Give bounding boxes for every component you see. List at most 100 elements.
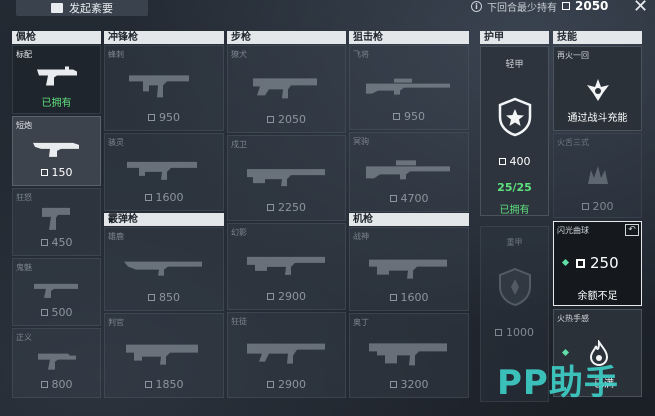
owned-label: 已拥有	[499, 205, 530, 216]
skill-name: 再火一回	[557, 51, 589, 60]
armor-price: 1000	[481, 326, 548, 339]
skill-name: 火热手感	[557, 314, 589, 323]
sniper-header: 狙击枪	[349, 31, 469, 44]
owned-label: 已拥有	[41, 98, 72, 109]
weapon-card-smg-spectre[interactable]: 骇灵 1600	[104, 133, 224, 211]
weapon-name: 雄鹿	[108, 232, 124, 241]
weapon-name: 骇灵	[108, 138, 124, 147]
weapon-name: 判官	[108, 318, 124, 327]
weapon-price: 150	[13, 166, 100, 179]
weapon-name: 飞将	[353, 50, 369, 59]
weapon-price: 2250	[228, 201, 345, 214]
skill-card-run-it-back[interactable]: 再火一回 通过战斗充能	[553, 46, 642, 131]
machine-gun-icon	[367, 337, 451, 367]
pistol-icon	[40, 206, 74, 232]
weapon-name: 戍卫	[231, 140, 247, 149]
weapon-card-shotgun-bucky[interactable]: 雄鹿 850	[104, 227, 224, 311]
skill-desc: 通过战斗充能	[567, 113, 628, 124]
weapon-card-rifle-bulldog[interactable]: 獠犬 2050	[227, 45, 346, 133]
smg-icon	[127, 69, 201, 99]
weapon-price: 1600	[105, 191, 223, 204]
skill-card-curveball[interactable]: 闪光曲球 ↶ 250 余额不足	[553, 221, 642, 306]
weapon-card-pistol-shorty[interactable]: 短炮 150	[12, 116, 101, 186]
pistol-header: 佩枪	[12, 31, 101, 44]
watermark-logo: PP助手	[497, 363, 619, 403]
heavy-shield-icon	[498, 267, 532, 311]
weapon-card-pistol-ghost[interactable]: 鬼魅 500	[12, 258, 101, 326]
armor-name: 轻甲	[505, 60, 524, 70]
rifle-header: 步枪	[227, 31, 346, 44]
pistol-icon	[35, 65, 79, 87]
armor-column: 护甲	[480, 31, 549, 44]
armor-card-light[interactable]: 轻甲 400 25/25 已拥有	[480, 46, 549, 216]
weapon-card-rifle-guardian[interactable]: 戍卫 2250	[227, 135, 346, 221]
skill-card-curveball-alt[interactable]: 火舌三式 200	[553, 133, 642, 218]
phoenix-icon	[585, 77, 611, 107]
charge-indicator	[561, 258, 570, 267]
armor-header: 护甲	[480, 31, 549, 44]
weapon-card-rifle-phantom[interactable]: 幻影 2900	[227, 223, 346, 310]
weapon-price: 450	[13, 236, 100, 249]
armor-durability: 25/25	[497, 181, 532, 194]
weapon-name: 奥丁	[353, 318, 369, 327]
weapon-price: 950	[350, 110, 468, 123]
weapon-price: 2900	[228, 290, 345, 303]
smg-icon	[125, 156, 203, 182]
weapon-card-mg-ares[interactable]: 战神 1600	[349, 227, 469, 311]
min-hold-amount: 2050	[575, 0, 609, 13]
close-icon[interactable]: ✕	[633, 0, 648, 17]
shotgun-icon	[124, 338, 204, 366]
weapon-card-sniper-operator[interactable]: 冥驹 4700	[349, 132, 469, 212]
top-left-button[interactable]: 发起紊要	[16, 0, 148, 16]
weapon-name: 獠犬	[231, 50, 247, 59]
skill-name: 闪光曲球	[557, 226, 589, 235]
shotgun-header: 霰弹枪	[104, 213, 224, 226]
weapon-name: 狂徒	[231, 317, 247, 326]
pistol-column: 佩枪	[12, 31, 101, 44]
weapon-price: 850	[105, 291, 223, 304]
weapon-name: 鬼魅	[16, 263, 32, 272]
weapon-card-smg-stinger[interactable]: 蜂刺 950	[104, 45, 224, 131]
weapon-card-pistol-sheriff[interactable]: 正义 800	[12, 328, 101, 398]
pistol-icon	[32, 281, 82, 299]
weapon-card-sniper-marshal[interactable]: 飞将 950	[349, 45, 469, 130]
weapon-name: 蜂刺	[108, 50, 124, 59]
skill-column: 技能	[553, 31, 642, 44]
weapon-card-mg-odin[interactable]: 奥丁 3200	[349, 313, 469, 398]
rifle-icon	[245, 338, 329, 366]
weapon-card-rifle-vandal[interactable]: 狂徒 2900	[227, 312, 346, 398]
info-icon[interactable]: i	[471, 0, 482, 12]
armor-name: 重甲	[506, 238, 523, 247]
rifle-icon	[251, 70, 323, 100]
weapon-card-pistol-frenzy[interactable]: 狂怒 450	[12, 188, 101, 256]
flame-icon	[586, 164, 610, 190]
weapon-name: 正义	[16, 333, 32, 342]
weapon-card-shotgun-judge[interactable]: 判官 1850	[104, 313, 224, 398]
weapon-price: 3200	[350, 378, 468, 391]
weapon-name: 冥驹	[353, 137, 369, 146]
mg-header: 机枪	[349, 213, 469, 226]
weapon-name: 标配	[16, 50, 32, 59]
skill-header: 技能	[553, 31, 642, 44]
revolver-icon	[36, 351, 78, 371]
weapon-price: 2900	[228, 378, 345, 391]
min-hold-label: 下回合最少持有	[487, 2, 557, 14]
min-hold-info: i 下回合最少持有 2050	[471, 0, 609, 14]
sniper-column: 狙击枪	[349, 31, 469, 44]
skill-price: 200	[554, 200, 641, 213]
credits-icon	[562, 2, 570, 10]
smg-header: 冲锋枪	[104, 31, 224, 44]
insufficient-funds-label: 余额不足	[577, 291, 618, 302]
shield-icon	[498, 97, 532, 141]
armor-price: 400	[481, 155, 548, 168]
weapon-name: 短炮	[16, 121, 32, 130]
skill-price: 250	[576, 254, 619, 272]
weapon-card-pistol-classic[interactable]: 标配 已拥有	[12, 45, 101, 114]
rifle-icon	[245, 250, 329, 276]
undo-icon[interactable]: ↶	[625, 224, 639, 236]
weapon-price: 1850	[105, 378, 223, 391]
machine-gun-icon	[367, 252, 451, 280]
flag-icon	[51, 3, 63, 13]
weapon-price: 950	[105, 111, 223, 124]
weapon-price: 4700	[350, 192, 468, 205]
